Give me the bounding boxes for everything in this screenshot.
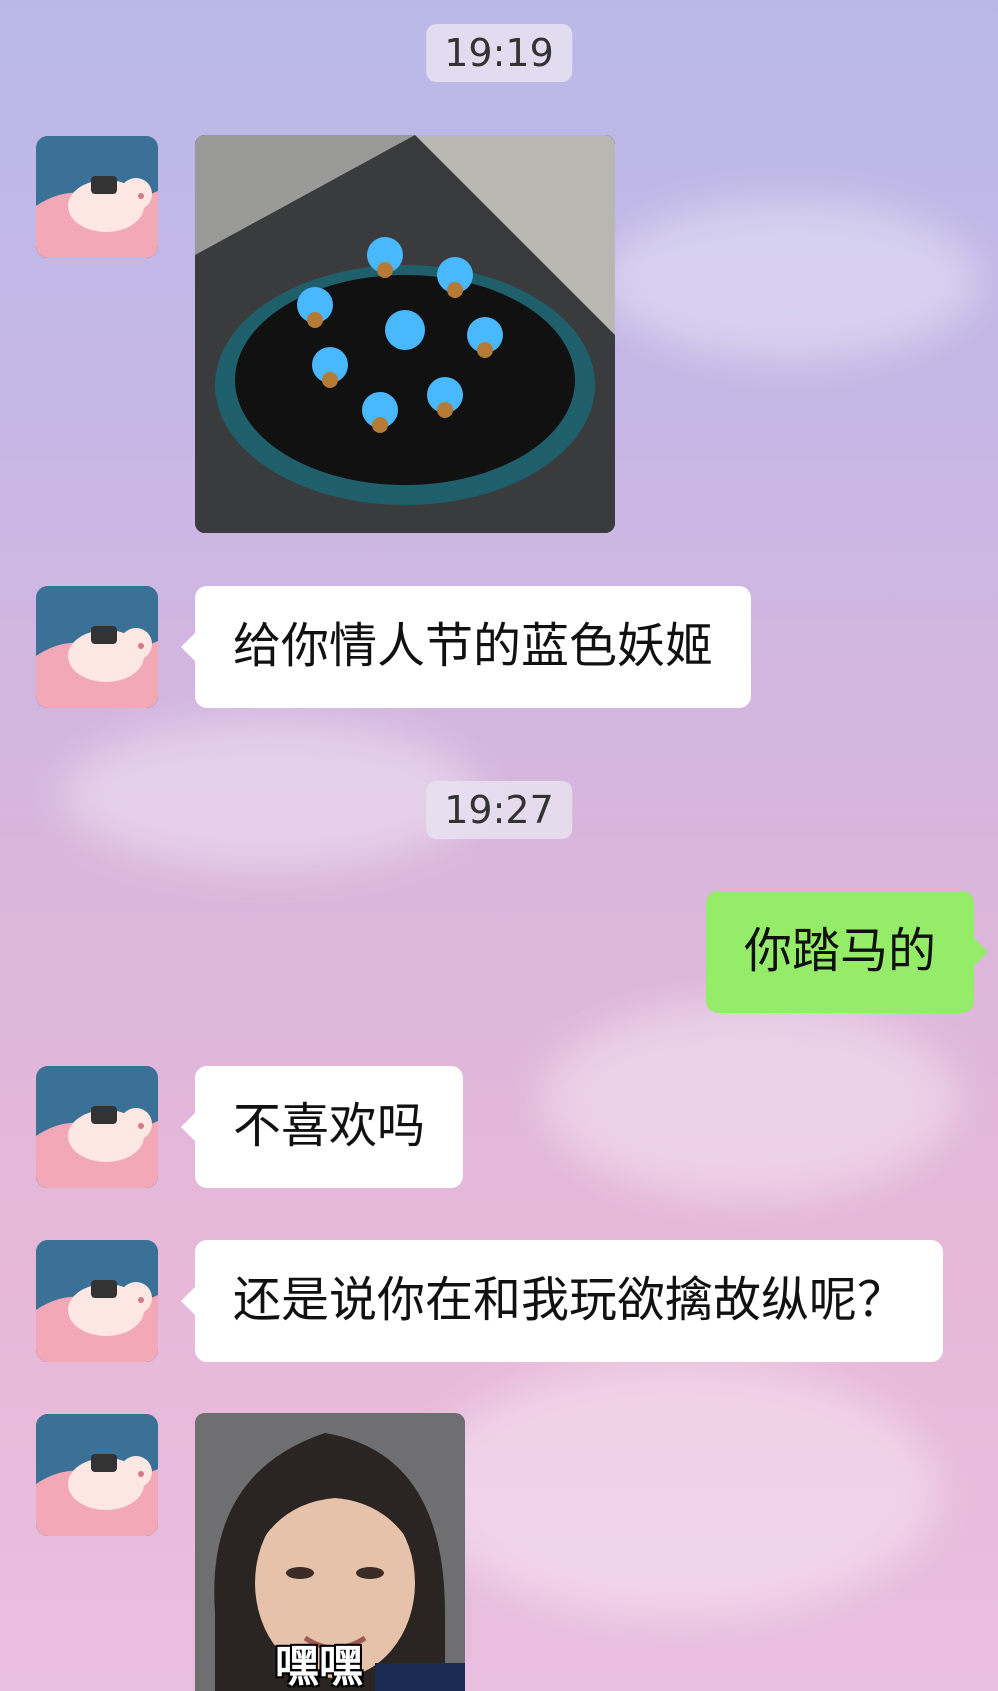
pig-avatar-icon — [36, 1240, 158, 1362]
cloud-decoration — [420, 1360, 940, 1620]
pig-avatar-icon — [36, 1066, 158, 1188]
timestamp: 19:27 — [426, 781, 572, 839]
avatar[interactable] — [36, 1414, 158, 1536]
avatar[interactable] — [36, 136, 158, 258]
message-bubble[interactable]: 还是说你在和我玩欲擒故纵呢？ — [180, 1240, 944, 1362]
message-bubble-self[interactable]: 你踏马的 — [705, 891, 989, 1013]
pig-avatar-icon — [36, 586, 158, 708]
gas-stove-photo-icon — [195, 135, 615, 533]
pig-avatar-icon — [36, 136, 158, 258]
cloud-decoration — [600, 200, 980, 360]
timestamp: 19:19 — [426, 24, 572, 82]
pig-avatar-icon — [36, 1414, 158, 1536]
message-bubble[interactable]: 给你情人节的蓝色妖姬 — [180, 586, 752, 708]
meme-caption: 嘿嘿 — [275, 1641, 363, 1691]
avatar[interactable] — [36, 1066, 158, 1188]
message-bubble[interactable]: 不喜欢吗 — [180, 1066, 464, 1188]
avatar[interactable] — [36, 1240, 158, 1362]
image-message-meme[interactable]: 嘿嘿 — [195, 1413, 465, 1691]
cloud-decoration — [60, 720, 480, 870]
avatar[interactable] — [36, 586, 158, 708]
cloud-decoration — [540, 1000, 960, 1200]
image-message-gas-stove[interactable] — [195, 135, 615, 533]
